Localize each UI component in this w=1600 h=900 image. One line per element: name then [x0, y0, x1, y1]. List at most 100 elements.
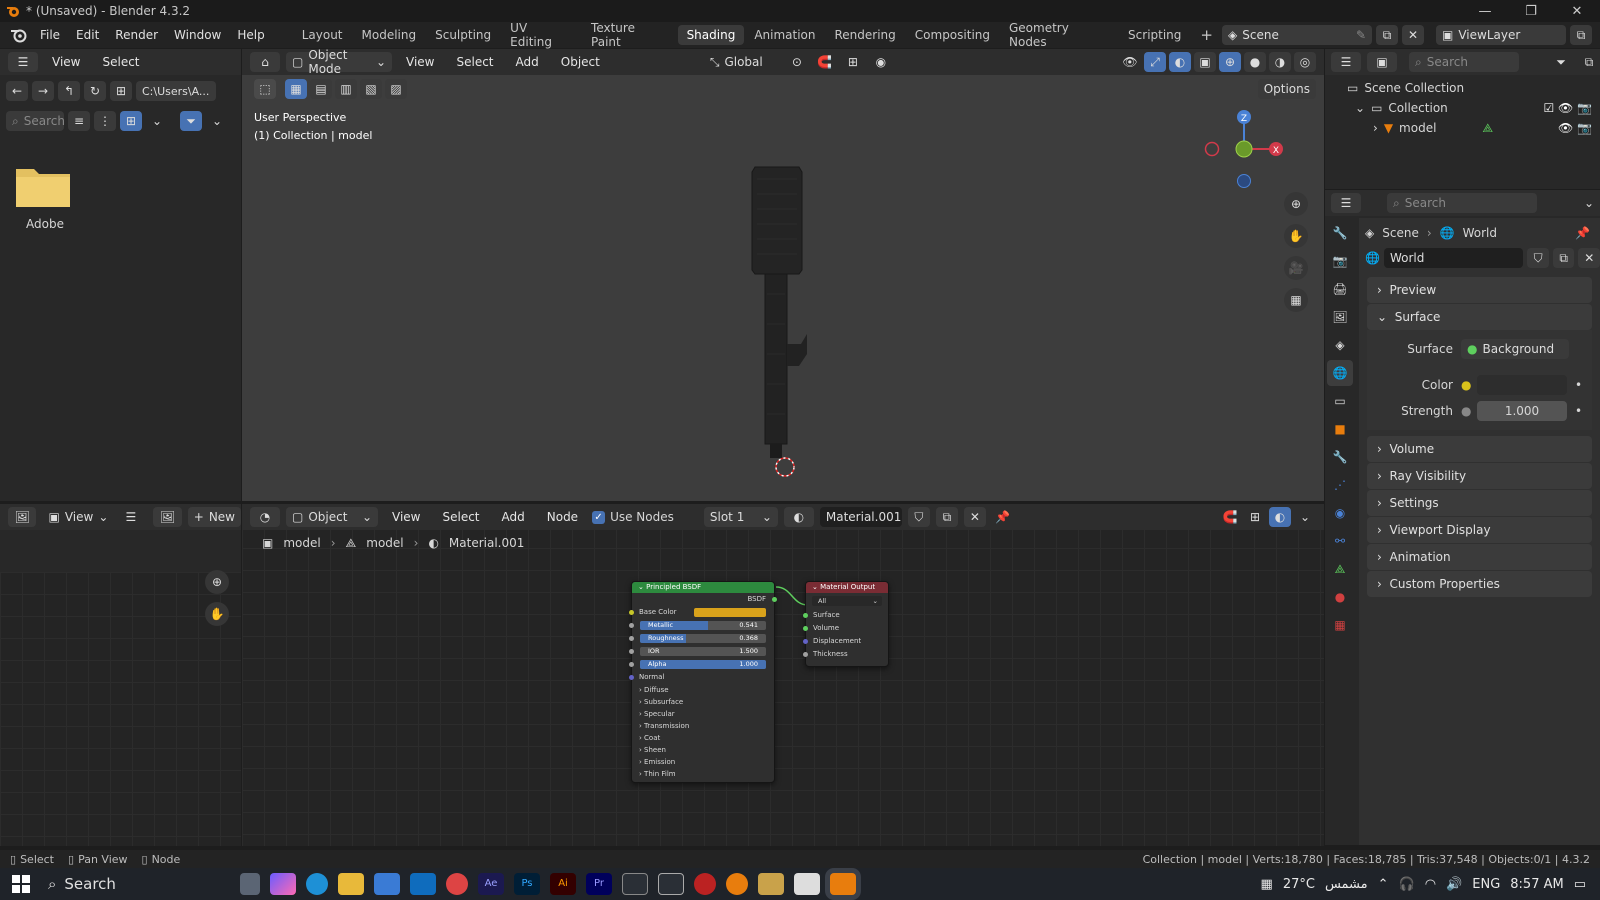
data-tab-icon[interactable]: ⟁	[1327, 556, 1353, 582]
properties-search-input[interactable]: ⌕ Search	[1387, 193, 1537, 213]
overlay-toggle-icon[interactable]: ◐	[1169, 52, 1191, 72]
world-tab-icon[interactable]: 🌐	[1327, 360, 1353, 386]
3d-box-icon[interactable]	[658, 873, 684, 895]
output-displacement-socket[interactable]: Displacement	[803, 635, 888, 648]
notifications-icon[interactable]: ▭	[1574, 877, 1586, 892]
normal-row[interactable]: Normal	[629, 671, 774, 684]
panel-thin-film[interactable]: › Thin Film	[639, 768, 774, 780]
principled-bsdf-node[interactable]: ⌄ Principled BSDF BSDF Base Color Metall…	[629, 581, 777, 783]
modifier-tab-icon[interactable]: 🔧	[1327, 444, 1353, 470]
proportional-edit-icon[interactable]: ◉	[870, 52, 892, 72]
tab-geometry-nodes[interactable]: Geometry Nodes	[1000, 18, 1118, 52]
new-folder-icon[interactable]: ⊞	[110, 81, 132, 101]
socket-icon[interactable]	[803, 652, 808, 657]
store-icon[interactable]	[374, 873, 400, 895]
image-view-menu[interactable]: ▣ View ⌄	[42, 507, 114, 527]
expand-arrow-icon[interactable]: ›	[1373, 118, 1378, 138]
outliner-row-collection[interactable]: ⌄ ▭ Collection ☑ 👁 📷	[1347, 98, 1600, 118]
new-scene-icon[interactable]: ⧉	[1376, 25, 1398, 45]
collapse-icon[interactable]: ⌄	[812, 583, 820, 591]
tab-texture-paint[interactable]: Texture Paint	[582, 18, 677, 52]
socket-icon[interactable]	[629, 636, 634, 641]
panel-diffuse[interactable]: › Diffuse	[639, 684, 774, 696]
snap-icon[interactable]: 🧲	[814, 52, 836, 72]
pan-hand-icon[interactable]: ✋	[205, 602, 229, 626]
world-name-field[interactable]: World	[1383, 248, 1524, 268]
output-target-selector[interactable]: All ⌄	[812, 596, 882, 606]
tray-chevron-icon[interactable]: ⌃	[1378, 877, 1389, 892]
weather-condition[interactable]: مشمس	[1325, 877, 1368, 892]
outliner-search-input[interactable]: ⌕ Search	[1409, 52, 1519, 72]
output-node-header[interactable]: ⌄ Material Output	[806, 582, 888, 593]
weather-temperature[interactable]: 27°C	[1283, 877, 1315, 892]
panel-specular[interactable]: › Specular	[639, 708, 774, 720]
zoom-icon[interactable]: ⊕	[1284, 192, 1308, 216]
select-new-icon[interactable]: ▦	[285, 79, 307, 99]
editor-type-icon[interactable]: ⌂	[250, 52, 280, 72]
taskbar-search[interactable]: ⌕ Search	[40, 871, 235, 897]
socket-icon[interactable]	[803, 639, 808, 644]
new-collection-icon[interactable]: ⧉	[1578, 52, 1600, 72]
menu-render[interactable]: Render	[107, 28, 166, 42]
blender-app-icon[interactable]	[726, 873, 748, 895]
select-tool-icon[interactable]: ⬚	[254, 79, 276, 99]
output-tab-icon[interactable]: 🖨	[1327, 276, 1353, 302]
strength-field[interactable]: 1.000	[1477, 401, 1567, 421]
viewport-menu-add[interactable]: Add	[508, 53, 547, 71]
chevron-down-icon[interactable]: ⌄	[1578, 193, 1600, 213]
game-app-icon[interactable]	[758, 873, 784, 895]
output-volume-socket[interactable]: Volume	[803, 622, 888, 635]
select-subtract-icon[interactable]: ▥	[335, 79, 357, 99]
ior-field[interactable]: IOR 1.500	[629, 645, 774, 658]
pin-icon[interactable]: ✎	[1356, 28, 1366, 42]
options-dropdown[interactable]: Options	[1257, 79, 1316, 99]
menu-window[interactable]: Window	[166, 28, 229, 42]
fake-user-icon[interactable]: ⛉	[1527, 248, 1549, 268]
outliner-row-scene-collection[interactable]: ▭ Scene Collection	[1347, 78, 1600, 98]
transform-orientation[interactable]: ⤡ Global	[704, 52, 780, 72]
task-view-icon[interactable]	[240, 873, 260, 895]
new-image-button[interactable]: + New	[187, 507, 241, 527]
scene-tab-icon[interactable]: ◈	[1327, 332, 1353, 358]
output-surface-socket[interactable]: Surface	[803, 609, 888, 622]
material-name-field[interactable]: Material.001	[819, 507, 902, 527]
folder-item[interactable]: Adobe	[14, 161, 76, 231]
tab-animation[interactable]: Animation	[745, 25, 824, 45]
xray-icon[interactable]: ▣	[1194, 52, 1216, 72]
section-animation[interactable]: › Animation	[1367, 544, 1592, 570]
section-preview[interactable]: › Preview	[1367, 277, 1592, 303]
pivot-icon[interactable]: ⊙	[786, 52, 808, 72]
viewport-menu-object[interactable]: Object	[553, 53, 608, 71]
view-layer-tab-icon[interactable]: 🖼	[1327, 304, 1353, 330]
filter-icon[interactable]: ⏷	[1550, 52, 1572, 72]
delete-scene-icon[interactable]: ✕	[1402, 25, 1424, 45]
input-language[interactable]: ENG	[1472, 877, 1500, 892]
base-color-row[interactable]: Base Color	[629, 606, 774, 619]
blender-active-icon[interactable]	[830, 873, 856, 895]
gizmo-toggle-icon[interactable]: ⤢	[1144, 52, 1166, 72]
file-menu-select[interactable]: Select	[94, 53, 147, 71]
menu-help[interactable]: Help	[229, 28, 272, 42]
socket-icon[interactable]	[629, 623, 634, 628]
properties-type-icon[interactable]: ☰	[1331, 193, 1361, 213]
edge-browser-icon[interactable]	[306, 873, 328, 895]
socket-icon[interactable]	[629, 675, 634, 680]
select-intersect-icon[interactable]: ▨	[385, 79, 407, 99]
panel-coat[interactable]: › Coat	[639, 732, 774, 744]
camera-view-icon[interactable]: 🎥	[1284, 256, 1308, 280]
object-tab-icon[interactable]: ■	[1327, 416, 1353, 442]
tab-shading[interactable]: Shading	[677, 25, 745, 45]
viewport-menu-select[interactable]: Select	[448, 53, 501, 71]
panel-emission[interactable]: › Emission	[639, 756, 774, 768]
recorder-icon[interactable]	[694, 873, 716, 895]
use-nodes-toggle[interactable]: ✓ Use Nodes	[592, 510, 674, 524]
socket-icon[interactable]	[629, 662, 634, 667]
constraints-tab-icon[interactable]: ⚯	[1327, 528, 1353, 554]
maximize-button[interactable]: ❐	[1508, 4, 1554, 19]
premiere-icon[interactable]: Pr	[586, 873, 612, 895]
slot-selector[interactable]: Slot 1 ⌄	[703, 507, 778, 527]
metallic-slider[interactable]: Metallic 0.541	[629, 619, 774, 632]
tab-scripting[interactable]: Scripting	[1119, 25, 1190, 45]
outlook-icon[interactable]	[410, 873, 436, 895]
roughness-slider[interactable]: Roughness 0.368	[629, 632, 774, 645]
